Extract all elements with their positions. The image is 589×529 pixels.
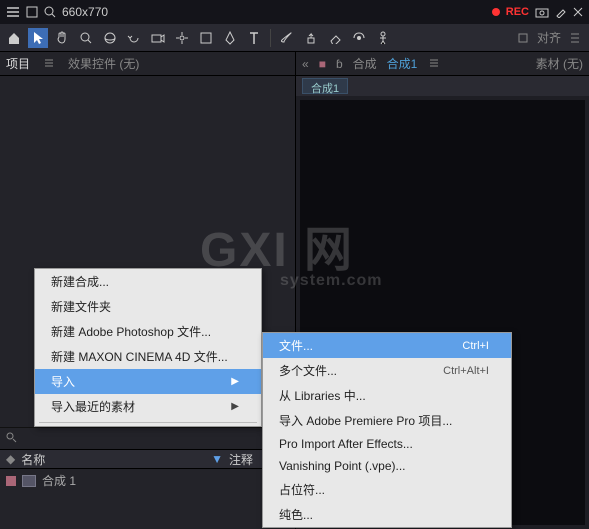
submenu-arrow-icon: ▶ [231,401,239,412]
snap-icon[interactable] [513,28,533,48]
col-label-icon[interactable]: ◆ [6,452,15,466]
home-icon[interactable] [4,28,24,48]
close-icon[interactable] [573,7,583,17]
align-label: 对齐 [537,29,561,46]
menu-import-premiere[interactable]: 导入 Adobe Premiere Pro 项目... [263,408,511,433]
record-indicator-icon [492,8,500,16]
col-name-header[interactable]: 名称 [21,451,205,468]
rectangle-tool-icon[interactable] [196,28,216,48]
project-context-menu: 新建合成... 新建文件夹 新建 Adobe Photoshop 文件... 新… [34,268,262,427]
brush-tool-icon[interactable] [277,28,297,48]
import-submenu: 文件...Ctrl+I 多个文件...Ctrl+Alt+I 从 Librarie… [262,332,512,528]
search-icon[interactable] [44,6,56,18]
zoom-tool-icon[interactable] [76,28,96,48]
viewer-type-label: 合成 [353,55,377,72]
orbit-tool-icon[interactable] [100,28,120,48]
record-label: REC [506,6,529,18]
menu-pro-import[interactable]: Pro Import After Effects... [263,433,511,455]
roto-brush-tool-icon[interactable] [349,28,369,48]
menu-solid[interactable]: 纯色... [263,502,511,527]
puppet-tool-icon[interactable] [373,28,393,48]
tab-effect-controls[interactable]: 效果控件 (无) [68,55,139,72]
pen-tool-icon[interactable] [220,28,240,48]
shortcut-label: Ctrl+I [462,340,489,352]
project-item-comp[interactable]: 合成 1 [0,469,295,492]
text-tool-icon[interactable] [244,28,264,48]
menu-new-c4d[interactable]: 新建 MAXON CINEMA 4D 文件... [35,344,261,369]
rotate-tool-icon[interactable] [124,28,144,48]
search-icon [6,432,17,446]
menu-new-photoshop[interactable]: 新建 Adobe Photoshop 文件... [35,319,261,344]
viewer-caret-icon[interactable]: « [302,57,309,71]
menu-import-libraries[interactable]: 从 Libraries 中... [263,383,511,408]
menu-import-recent[interactable]: 导入最近的素材▶ [35,394,261,419]
viewer-panel-menu-icon[interactable] [429,58,441,70]
menu-separator [39,422,257,423]
hand-tool-icon[interactable] [52,28,72,48]
submenu-arrow-icon: ▶ [231,376,239,387]
capture-dimensions: 660x770 [62,5,108,19]
project-item-name: 合成 1 [42,472,76,489]
hamburger-icon[interactable] [6,5,20,19]
viewer-indicator-icon: ɓ [336,57,343,71]
project-search-input[interactable] [21,433,121,445]
edit-pencil-icon[interactable] [555,6,567,18]
tab-project[interactable]: 项目 [6,55,30,72]
sort-indicator-icon[interactable]: ▼ [211,452,223,466]
options-icon[interactable] [565,28,585,48]
toolbar-separator [270,29,271,47]
menu-import[interactable]: 导入▶ [35,369,261,394]
label-color-swatch [6,476,16,486]
selection-tool-icon[interactable] [28,28,48,48]
viewer-active-comp[interactable]: 合成1 [387,55,418,72]
menu-placeholder[interactable]: 占位符... [263,477,511,502]
menu-import-multiple[interactable]: 多个文件...Ctrl+Alt+I [263,358,511,383]
menu-import-file[interactable]: 文件...Ctrl+I [263,333,511,358]
pan-behind-tool-icon[interactable] [172,28,192,48]
panel-menu-icon[interactable] [44,58,56,70]
comp-subtab[interactable]: 合成1 [302,78,348,94]
footage-tab[interactable]: 素材 (无) [536,55,583,72]
menu-new-folder[interactable]: 新建文件夹 [35,294,261,319]
camera-icon[interactable] [535,6,549,18]
camera-tool-icon[interactable] [148,28,168,48]
shortcut-label: Ctrl+Alt+I [443,365,489,377]
clone-stamp-tool-icon[interactable] [301,28,321,48]
composition-icon [22,475,36,487]
menu-vanishing-point[interactable]: Vanishing Point (.vpe)... [263,455,511,477]
eraser-tool-icon[interactable] [325,28,345,48]
viewer-lock-icon[interactable]: ■ [319,57,326,71]
window-icon[interactable] [26,6,38,18]
menu-new-comp[interactable]: 新建合成... [35,269,261,294]
